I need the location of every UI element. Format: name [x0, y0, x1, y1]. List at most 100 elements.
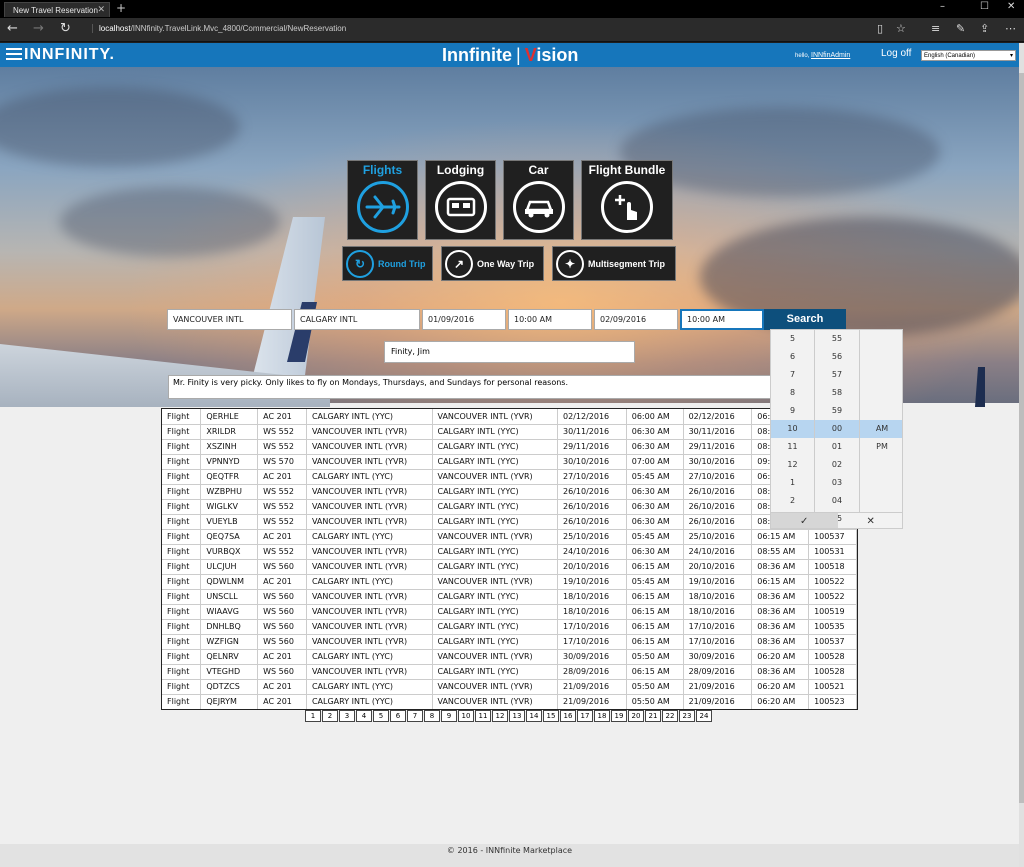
- time-option[interactable]: 56: [815, 348, 859, 366]
- time-option[interactable]: 1: [771, 474, 814, 492]
- minute-column[interactable]: 5556575859000102030405: [815, 330, 860, 523]
- page-link[interactable]: 24: [696, 710, 712, 722]
- url-field[interactable]: localhost/INNfinity.TravelLink.Mvc_4800/…: [92, 24, 346, 33]
- time-option[interactable]: [860, 402, 902, 420]
- time-option[interactable]: [860, 330, 902, 348]
- logoff-link[interactable]: Log off: [881, 48, 911, 59]
- time-option[interactable]: [860, 474, 902, 492]
- page-link[interactable]: 8: [424, 710, 440, 722]
- table-row[interactable]: Flight WZFIGN WS 560 VANCOUVER INTL (YVR) CA…: [162, 634, 857, 650]
- maximize-icon[interactable]: ☐: [980, 1, 989, 12]
- time-option[interactable]: 5: [771, 330, 814, 348]
- more-icon[interactable]: ⋯: [1005, 22, 1016, 35]
- close-window-icon[interactable]: ✕: [1007, 1, 1015, 12]
- depart-time-input[interactable]: 10:00 AM: [508, 309, 592, 330]
- web-note-icon[interactable]: ✎: [956, 22, 965, 35]
- table-row[interactable]: Flight QELNRV AC 201 CALGARY INTL (YYC) VANC…: [162, 649, 857, 665]
- table-row[interactable]: Flight WIGLKV WS 552 VANCOUVER INTL (YVR) CA…: [162, 499, 857, 515]
- cancel-time-button[interactable]: ✕: [838, 513, 903, 528]
- time-picker[interactable]: 56789101112123 5556575859000102030405 AM…: [770, 329, 903, 529]
- time-option[interactable]: [860, 456, 902, 474]
- page-link[interactable]: 13: [509, 710, 525, 722]
- page-link[interactable]: 3: [339, 710, 355, 722]
- traveler-notes[interactable]: Mr. Finity is very picky. Only likes to …: [168, 375, 774, 399]
- return-time-input[interactable]: 10:00 AM: [680, 309, 764, 330]
- time-option[interactable]: 11: [771, 438, 814, 456]
- time-option[interactable]: 9: [771, 402, 814, 420]
- page-link[interactable]: 16: [560, 710, 576, 722]
- one-way-trip-button[interactable]: ↗ One Way Trip: [441, 246, 544, 281]
- period-column[interactable]: AM PM: [860, 330, 902, 512]
- page-link[interactable]: 20: [628, 710, 644, 722]
- time-option[interactable]: [860, 492, 902, 510]
- page-link[interactable]: 19: [611, 710, 627, 722]
- time-option[interactable]: 58: [815, 384, 859, 402]
- time-option[interactable]: 03: [815, 474, 859, 492]
- reading-view-icon[interactable]: ▯: [877, 22, 883, 35]
- page-link[interactable]: 14: [526, 710, 542, 722]
- table-row[interactable]: Flight QDTZCS AC 201 CALGARY INTL (YYC) VANC…: [162, 679, 857, 695]
- table-row[interactable]: Flight UNSCLL WS 560 VANCOUVER INTL (YVR) CA…: [162, 589, 857, 605]
- table-row[interactable]: Flight QEQ7SA AC 201 CALGARY INTL (YYC) VANC…: [162, 529, 857, 545]
- brand-logo[interactable]: INNFINITY.: [24, 46, 115, 64]
- page-link[interactable]: 2: [322, 710, 338, 722]
- mode-flight-bundle-button[interactable]: Flight Bundle: [581, 160, 673, 240]
- time-option[interactable]: 10: [771, 420, 814, 438]
- table-row[interactable]: Flight XRILDR WS 552 VANCOUVER INTL (YVR) CA…: [162, 424, 857, 440]
- table-row[interactable]: Flight VUEYLB WS 552 VANCOUVER INTL (YVR) CA…: [162, 514, 857, 530]
- page-link[interactable]: 10: [458, 710, 474, 722]
- table-row[interactable]: Flight QERHLE AC 201 CALGARY INTL (YYC) VANC…: [162, 409, 857, 425]
- origin-input[interactable]: VANCOUVER INTL: [167, 309, 292, 330]
- table-row[interactable]: Flight XSZINH WS 552 VANCOUVER INTL (YVR) CA…: [162, 439, 857, 455]
- page-link[interactable]: 1: [305, 710, 321, 722]
- mode-car-button[interactable]: Car: [503, 160, 574, 240]
- tab-close-icon[interactable]: ✕: [97, 4, 105, 15]
- time-option[interactable]: 55: [815, 330, 859, 348]
- table-row[interactable]: Flight DNHLBQ WS 560 VANCOUVER INTL (YVR) CA…: [162, 619, 857, 635]
- table-row[interactable]: Flight ULCJUH WS 560 VANCOUVER INTL (YVR) CA…: [162, 559, 857, 575]
- page-scrollbar[interactable]: [1019, 43, 1024, 867]
- forward-icon[interactable]: →: [33, 21, 44, 36]
- accept-time-button[interactable]: ✓: [771, 513, 838, 528]
- mode-lodging-button[interactable]: Lodging: [425, 160, 496, 240]
- table-row[interactable]: Flight WIAAVG WS 560 VANCOUVER INTL (YVR) CA…: [162, 604, 857, 620]
- page-link[interactable]: 17: [577, 710, 593, 722]
- page-link[interactable]: 15: [543, 710, 559, 722]
- traveler-input[interactable]: Finity, Jim: [384, 341, 635, 363]
- time-option[interactable]: PM: [860, 438, 902, 456]
- time-option[interactable]: 01: [815, 438, 859, 456]
- table-row[interactable]: Flight QEQTFR AC 201 CALGARY INTL (YYC) VANC…: [162, 469, 857, 485]
- page-link[interactable]: 9: [441, 710, 457, 722]
- page-link[interactable]: 4: [356, 710, 372, 722]
- page-link[interactable]: 23: [679, 710, 695, 722]
- time-option[interactable]: 6: [771, 348, 814, 366]
- user-link[interactable]: INNfinAdmin: [811, 52, 850, 59]
- menu-icon[interactable]: [6, 48, 22, 62]
- page-link[interactable]: 6: [390, 710, 406, 722]
- share-icon[interactable]: ⇪: [980, 22, 989, 35]
- time-option[interactable]: 7: [771, 366, 814, 384]
- time-option[interactable]: 02: [815, 456, 859, 474]
- time-option[interactable]: 2: [771, 492, 814, 510]
- refresh-icon[interactable]: ↻: [60, 21, 71, 36]
- time-option[interactable]: AM: [860, 420, 902, 438]
- table-row[interactable]: Flight VPNNYD WS 570 VANCOUVER INTL (YVR) CA…: [162, 454, 857, 470]
- language-select[interactable]: English (Canadian): [921, 50, 1016, 62]
- scrollbar-thumb[interactable]: [1019, 73, 1024, 803]
- hour-column[interactable]: 56789101112123: [771, 330, 815, 523]
- browser-tab[interactable]: New Travel Reservation ✕: [4, 2, 110, 17]
- mode-flights-button[interactable]: Flights: [347, 160, 418, 240]
- return-date-input[interactable]: 02/09/2016: [594, 309, 678, 330]
- table-row[interactable]: Flight WZBPHU WS 552 VANCOUVER INTL (YVR) CA…: [162, 484, 857, 500]
- page-link[interactable]: 7: [407, 710, 423, 722]
- table-row[interactable]: Flight VTEGHD WS 560 VANCOUVER INTL (YVR) CA…: [162, 664, 857, 680]
- destination-input[interactable]: CALGARY INTL: [294, 309, 420, 330]
- round-trip-button[interactable]: ↻ Round Trip: [342, 246, 433, 281]
- time-option[interactable]: [860, 348, 902, 366]
- page-link[interactable]: 21: [645, 710, 661, 722]
- table-row[interactable]: Flight QEJRYM AC 201 CALGARY INTL (YYC) VANC…: [162, 694, 857, 709]
- page-link[interactable]: 5: [373, 710, 389, 722]
- time-option[interactable]: [860, 384, 902, 402]
- time-option[interactable]: 57: [815, 366, 859, 384]
- table-row[interactable]: Flight QDWLNM AC 201 CALGARY INTL (YYC) VANC…: [162, 574, 857, 590]
